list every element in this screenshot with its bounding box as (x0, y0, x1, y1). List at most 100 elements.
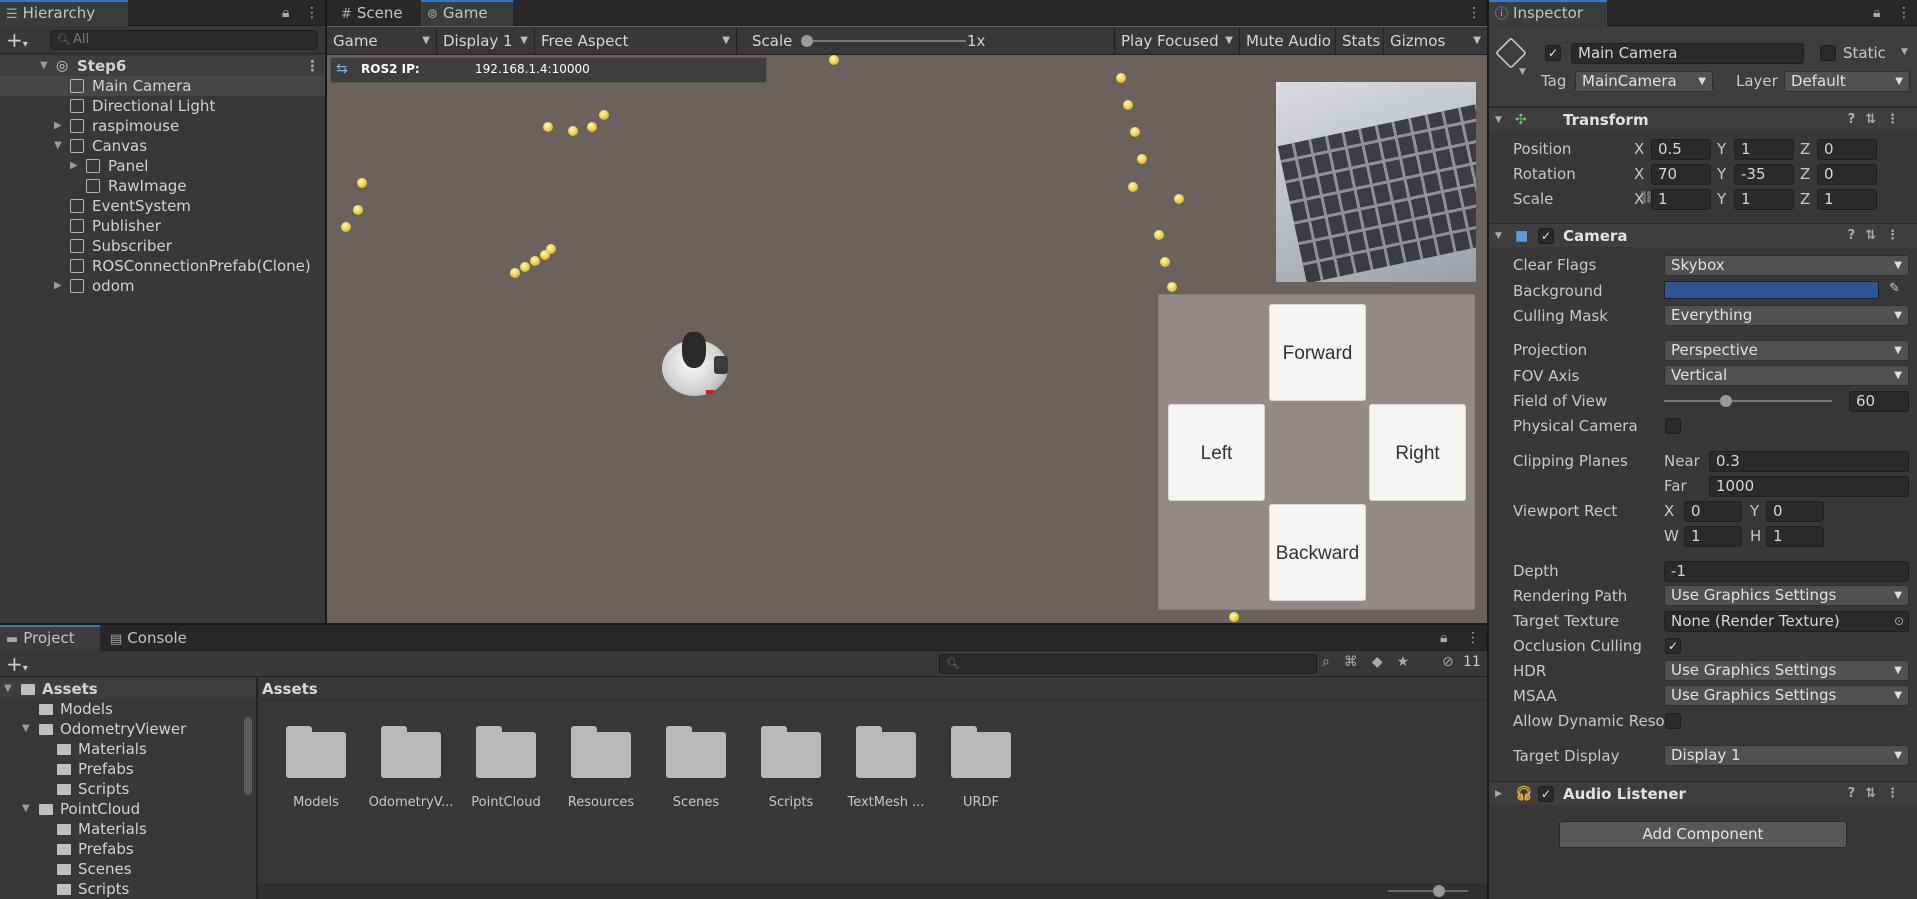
position-x-field[interactable]: 0.5 (1651, 139, 1711, 160)
depth-field[interactable]: -1 (1664, 561, 1909, 582)
kebab-menu-icon[interactable]: ⋮ (305, 56, 320, 76)
rotation-y-field[interactable]: -35 (1734, 164, 1794, 185)
folder-icon[interactable] (286, 726, 346, 778)
background-color-swatch[interactable] (1664, 281, 1879, 299)
chevron-down-icon[interactable]: ▼ (1519, 67, 1526, 77)
project-tree-item[interactable]: Materials (0, 819, 256, 839)
camera-enabled-checkbox[interactable]: ✓ (1538, 228, 1554, 244)
project-search-input[interactable]: 🔍︎ (939, 654, 1317, 674)
lock-icon[interactable]: 🔒︎ (1440, 625, 1447, 651)
breadcrumb-assets[interactable]: Assets (262, 680, 318, 698)
project-tree-item[interactable]: Materials (0, 739, 256, 759)
hierarchy-item[interactable]: Subscriber (0, 236, 326, 256)
hierarchy-item[interactable]: ▶ odom (0, 276, 326, 296)
target-texture-field[interactable]: None (Render Texture) ⊙ (1664, 611, 1909, 632)
hierarchy-item[interactable]: ▶ Panel (0, 156, 326, 176)
component-actions[interactable]: ?⇅⋮ (1848, 782, 1909, 806)
viewport-y-field[interactable]: 0 (1766, 501, 1824, 522)
folder-label[interactable]: OdometryV... (363, 795, 459, 810)
folder-label[interactable]: TextMesh ... (838, 795, 934, 810)
folder-label[interactable]: PointCloud (458, 795, 554, 810)
chevron-down-icon[interactable]: ▼ (22, 799, 30, 819)
scene-row[interactable]: ▼ ◎ Step6 ⋮ (0, 56, 326, 76)
folder-icon[interactable] (476, 726, 536, 778)
object-name-field[interactable]: Main Camera (1571, 43, 1804, 64)
tab-console[interactable]: ▤ Console (104, 625, 204, 651)
static-checkbox[interactable] (1820, 45, 1836, 61)
lock-icon[interactable]: 🔒︎ (1873, 0, 1880, 26)
tab-game[interactable]: ⊚ Game (421, 0, 513, 26)
project-tree-item[interactable]: Scenes (0, 859, 256, 879)
hierarchy-item[interactable]: EventSystem (0, 196, 326, 216)
zoom-slider-thumb[interactable] (1433, 885, 1445, 897)
active-checkbox[interactable]: ✓ (1545, 45, 1561, 61)
folder-label[interactable]: URDF (933, 795, 1029, 810)
culling-mask-dropdown[interactable]: Everything ▼ (1664, 305, 1909, 326)
near-field[interactable]: 0.3 (1709, 451, 1909, 472)
viewport-x-field[interactable]: 0 (1684, 501, 1742, 522)
tab-hierarchy[interactable]: ☰ Hierarchy (0, 0, 128, 26)
far-field[interactable]: 1000 (1709, 476, 1909, 497)
dynamic-resolution-checkbox[interactable] (1665, 713, 1681, 729)
hierarchy-item[interactable]: Main Camera (0, 76, 326, 96)
fov-field[interactable]: 60 (1849, 391, 1909, 412)
viewport-h-field[interactable]: 1 (1766, 526, 1824, 547)
project-tree-item[interactable]: Scripts (0, 879, 256, 899)
stats-button[interactable]: Stats (1336, 27, 1384, 55)
component-actions[interactable]: ?⇅⋮ (1848, 108, 1909, 132)
project-tree-item[interactable]: Prefabs (0, 759, 256, 779)
hierarchy-item[interactable]: ▶ raspimouse (0, 116, 326, 136)
lock-icon[interactable]: 🔒︎ (282, 0, 289, 26)
tag-dropdown[interactable]: MainCamera ▼ (1575, 71, 1713, 92)
scale-z-field[interactable]: 1 (1817, 189, 1877, 210)
rendering-path-dropdown[interactable]: Use Graphics Settings ▼ (1664, 585, 1909, 606)
gameobject-icon[interactable] (1495, 37, 1527, 69)
chevron-down-icon[interactable]: ▼ (22, 719, 30, 739)
position-z-field[interactable]: 0 (1817, 139, 1877, 160)
msaa-dropdown[interactable]: Use Graphics Settings ▼ (1664, 685, 1909, 706)
projection-dropdown[interactable]: Perspective ▼ (1664, 340, 1909, 361)
hierarchy-divider[interactable] (325, 0, 326, 623)
hidden-eye-icon[interactable]: ⊘ (1442, 654, 1454, 670)
kebab-menu-icon[interactable]: ⋮ (305, 0, 319, 26)
kebab-menu-icon[interactable]: ⋮ (1467, 0, 1481, 26)
gizmos-dropdown[interactable]: Gizmos ▼ (1384, 27, 1487, 55)
layer-dropdown[interactable]: Default ▼ (1784, 71, 1910, 92)
scale-y-field[interactable]: 1 (1734, 189, 1794, 210)
project-tree-item[interactable]: Scripts (0, 779, 256, 799)
folder-label[interactable]: Scenes (648, 795, 744, 810)
scale-slider-thumb[interactable] (801, 35, 813, 47)
folder-icon[interactable] (571, 726, 631, 778)
project-divider[interactable] (256, 677, 258, 899)
chevron-right-icon[interactable]: ▶ (70, 156, 78, 176)
chevron-down-icon[interactable]: ▼ (54, 136, 62, 156)
scale-x-field[interactable]: 1 (1651, 189, 1711, 210)
kebab-menu-icon[interactable]: ⋮ (1897, 0, 1911, 26)
rotation-z-field[interactable]: 0 (1817, 164, 1877, 185)
hierarchy-item[interactable]: Directional Light (0, 96, 326, 116)
scale-slider-track[interactable] (806, 40, 966, 42)
chevron-down-icon[interactable]: ▼ (1901, 47, 1908, 57)
hierarchy-item[interactable]: ROSConnectionPrefab(Clone) (0, 256, 326, 276)
fov-slider-track[interactable] (1664, 400, 1832, 402)
chevron-right-icon[interactable]: ▶ (54, 276, 62, 296)
component-actions[interactable]: ?⇅⋮ (1848, 224, 1909, 248)
hierarchy-item[interactable]: RawImage (0, 176, 326, 196)
chevron-right-icon[interactable]: ▶ (54, 116, 62, 136)
folder-label[interactable]: Models (268, 795, 364, 810)
kebab-menu-icon[interactable]: ⋮ (1466, 625, 1480, 651)
fov-axis-dropdown[interactable]: Vertical ▼ (1664, 365, 1909, 386)
backward-button[interactable]: Backward (1269, 504, 1366, 601)
rotation-x-field[interactable]: 70 (1651, 164, 1711, 185)
object-picker-icon[interactable]: ⊙ (1894, 612, 1904, 631)
hierarchy-item[interactable]: ▼ Canvas (0, 136, 326, 156)
folder-icon[interactable] (381, 726, 441, 778)
project-tree-item[interactable]: ▼ OdometryViewer (0, 719, 256, 739)
chevron-down-icon[interactable]: ▼ (4, 679, 12, 699)
tab-scene[interactable]: # Scene (335, 0, 417, 26)
add-icon[interactable]: +▾ (6, 28, 28, 52)
project-tree-item[interactable]: ▼ Assets (0, 679, 256, 699)
camera-header[interactable]: ▼ ■ ✓ Camera ?⇅⋮ (1489, 223, 1917, 247)
tab-inspector[interactable]: ⓘ Inspector (1489, 0, 1607, 26)
zoom-slider-track[interactable] (1388, 890, 1468, 892)
